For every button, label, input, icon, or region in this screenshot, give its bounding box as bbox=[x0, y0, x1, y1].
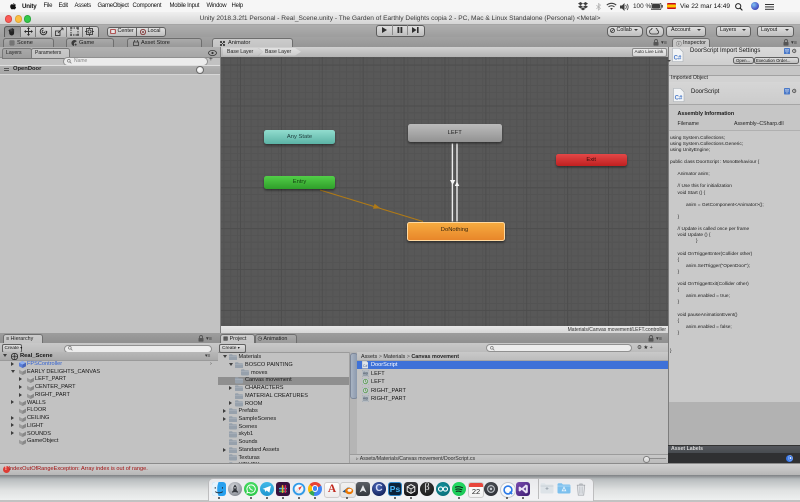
svg-text:C#: C# bbox=[674, 55, 682, 61]
svg-text:C#: C# bbox=[675, 95, 683, 101]
svg-text:C#: C# bbox=[362, 364, 367, 368]
